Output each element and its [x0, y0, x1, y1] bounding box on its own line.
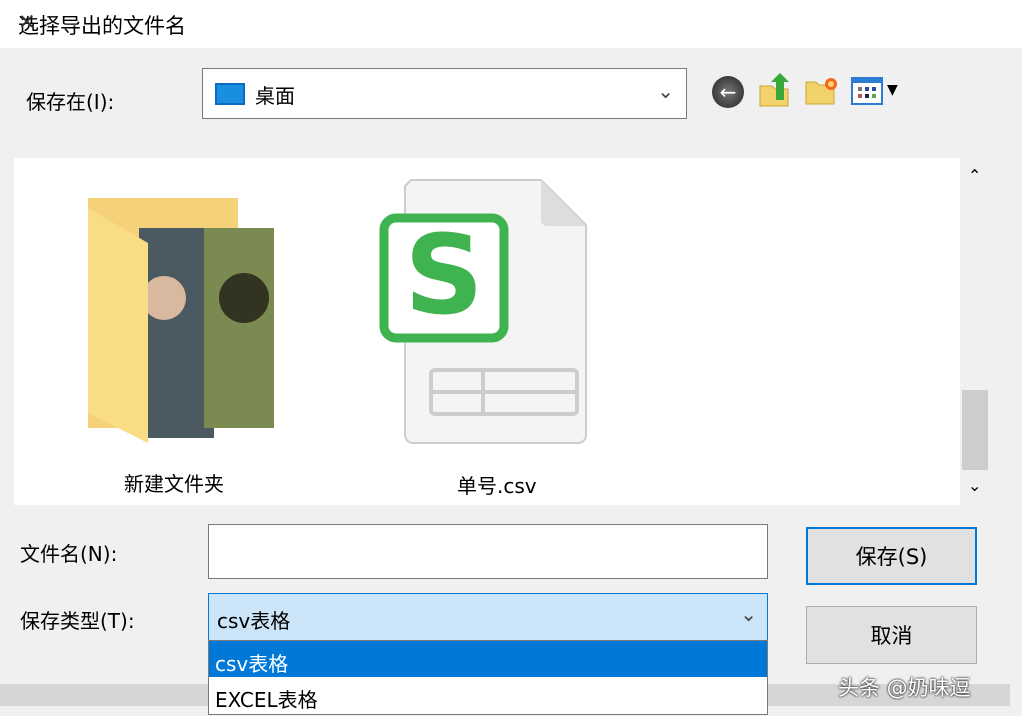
- save-in-label: 保存在(I):: [26, 86, 114, 115]
- new-folder-icon[interactable]: [804, 76, 838, 113]
- file-item-csv[interactable]: S 单号.csv: [379, 178, 609, 498]
- chevron-down-icon: ⌄: [740, 602, 757, 626]
- save-button[interactable]: 保存(S): [806, 527, 977, 585]
- save-in-combobox[interactable]: 桌面 ⌄: [202, 68, 687, 119]
- filename-label: 文件名(N):: [20, 538, 117, 567]
- file-item-folder[interactable]: 新建文件夹: [84, 188, 284, 488]
- view-dropdown-arrow-icon[interactable]: ▼: [887, 82, 898, 98]
- cancel-button[interactable]: 取消: [806, 606, 977, 664]
- scroll-down-icon[interactable]: ⌄: [968, 476, 981, 495]
- desktop-icon: [215, 83, 245, 105]
- csv-file-icon: S: [379, 178, 609, 448]
- file-name: 新建文件夹: [124, 468, 224, 497]
- chevron-down-icon: ⌄: [657, 79, 674, 103]
- view-menu-icon[interactable]: [851, 77, 883, 105]
- file-list-view[interactable]: 新建文件夹 S 单号.csv: [14, 158, 960, 505]
- file-name: 单号.csv: [457, 470, 537, 499]
- svg-text:S: S: [404, 211, 483, 339]
- filetype-combobox[interactable]: csv表格 ⌄: [208, 593, 768, 641]
- scrollbar[interactable]: ⌃ ⌄: [960, 158, 990, 505]
- filetype-option-csv[interactable]: csv表格: [209, 641, 767, 677]
- filetype-option-excel[interactable]: EXCEL表格: [209, 678, 767, 714]
- back-icon[interactable]: ←: [712, 76, 744, 108]
- close-icon[interactable]: ✕: [18, 10, 1004, 34]
- filetype-dropdown-list[interactable]: csv表格 EXCEL表格: [208, 640, 768, 715]
- filename-input[interactable]: [208, 524, 768, 579]
- folder-icon: [84, 188, 284, 458]
- save-in-value: 桌面: [255, 80, 295, 109]
- title-bar: 选择导出的文件名 ✕: [0, 0, 1022, 48]
- scroll-up-icon[interactable]: ⌃: [968, 166, 981, 185]
- filetype-label: 保存类型(T):: [20, 605, 135, 634]
- watermark: 头条 @奶味逗: [838, 672, 971, 702]
- scrollbar-thumb[interactable]: [962, 390, 988, 470]
- filetype-value: csv表格: [217, 605, 290, 634]
- up-folder-icon[interactable]: [758, 72, 790, 115]
